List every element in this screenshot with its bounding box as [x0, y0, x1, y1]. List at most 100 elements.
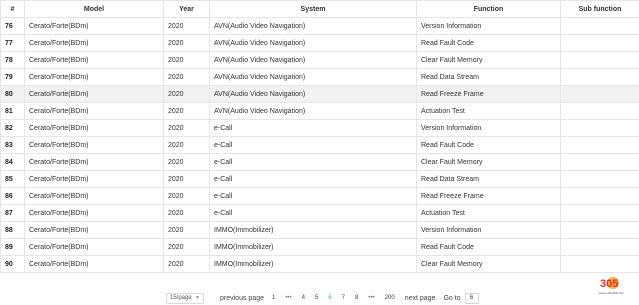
- function-cell: Read Freeze Frame: [416, 187, 561, 205]
- row-number: 82: [0, 119, 25, 137]
- row-number: 89: [0, 238, 25, 256]
- previous-page-button[interactable]: previous page: [220, 295, 264, 302]
- function-cell: Actuation Test: [416, 204, 561, 222]
- page-8[interactable]: 8: [355, 295, 358, 301]
- go-to-page-input[interactable]: 6: [464, 292, 479, 304]
- model-cell: Cerato/Forte(BDm): [24, 221, 164, 239]
- row-number: 79: [0, 68, 25, 86]
- row-number: 86: [0, 187, 25, 205]
- function-cell: Version Information: [416, 119, 561, 137]
- page-1[interactable]: 1: [272, 295, 275, 301]
- system-cell: e-Call: [209, 170, 417, 188]
- system-cell: e-Call: [209, 187, 417, 205]
- header-sub-function[interactable]: Sub function: [560, 0, 639, 18]
- model-cell: Cerato/Forte(BDm): [24, 204, 164, 222]
- function-cell: Read Fault Code: [416, 238, 561, 256]
- row-number: 77: [0, 34, 25, 52]
- function-cell: Read Data Stream: [416, 68, 561, 86]
- model-cell: Cerato/Forte(BDm): [24, 102, 164, 120]
- table-row[interactable]: 76 Cerato/Forte(BDm) 2020 AVN(Audio Video N…: [0, 17, 639, 35]
- sub-function-cell: [560, 85, 639, 103]
- function-cell: Read Freeze Frame: [416, 85, 561, 103]
- table-row[interactable]: 89 Cerato/Forte(BDm) 2020 IMMO(Immobilizer)…: [0, 238, 639, 256]
- header-number[interactable]: #: [0, 0, 25, 18]
- page-7[interactable]: 7: [342, 295, 345, 301]
- header-year[interactable]: Year: [163, 0, 210, 18]
- function-cell: Version Information: [416, 17, 561, 35]
- header-model[interactable]: Model: [24, 0, 164, 18]
- table-row[interactable]: 86 Cerato/Forte(BDm) 2020 e-Call Read Freeze…: [0, 187, 639, 205]
- sub-function-cell: [560, 119, 639, 137]
- model-cell: Cerato/Forte(BDm): [24, 68, 164, 86]
- sub-function-cell: [560, 102, 639, 120]
- sub-function-cell: [560, 136, 639, 154]
- table-row[interactable]: 77 Cerato/Forte(BDm) 2020 AVN(Audio Video N…: [0, 34, 639, 52]
- table-header-row: # Model Year System Function Sub functio…: [0, 0, 639, 18]
- table-row[interactable]: 90 Cerato/Forte(BDm) 2020 IMMO(Immobilizer)…: [0, 255, 639, 273]
- model-cell: Cerato/Forte(BDm): [24, 51, 164, 69]
- table-row[interactable]: 78 Cerato/Forte(BDm) 2020 AVN(Audio Video N…: [0, 51, 639, 69]
- system-cell: AVN(Audio Video Navigation): [209, 85, 417, 103]
- page-200[interactable]: 200: [385, 295, 395, 301]
- function-cell: Version Information: [416, 221, 561, 239]
- model-cell: Cerato/Forte(BDm): [24, 34, 164, 52]
- year-cell: 2020: [163, 170, 210, 188]
- year-cell: 2020: [163, 68, 210, 86]
- table-row[interactable]: 88 Cerato/Forte(BDm) 2020 IMMO(Immobilizer)…: [0, 221, 639, 239]
- table-row[interactable]: 80 Cerato/Forte(BDm) 2020 AVN(Audio Video N…: [0, 85, 639, 103]
- system-cell: AVN(Audio Video Navigation): [209, 102, 417, 120]
- function-cell: Clear Fault Memory: [416, 51, 561, 69]
- page-size-select[interactable]: 15/page ▼: [166, 292, 204, 304]
- row-number: 85: [0, 170, 25, 188]
- table-row[interactable]: 85 Cerato/Forte(BDm) 2020 e-Call Read Data S…: [0, 170, 639, 188]
- function-cell: Actuation Test: [416, 102, 561, 120]
- year-cell: 2020: [163, 238, 210, 256]
- model-cell: Cerato/Forte(BDm): [24, 17, 164, 35]
- function-cell: Read Fault Code: [416, 136, 561, 154]
- header-system[interactable]: System: [209, 0, 417, 18]
- chevron-down-icon: ▼: [195, 295, 200, 301]
- obdii365-watermark-logo: 305 www.obdii365.com: [599, 277, 625, 295]
- system-cell: AVN(Audio Video Navigation): [209, 51, 417, 69]
- table-row[interactable]: 82 Cerato/Forte(BDm) 2020 e-Call Version Inf…: [0, 119, 639, 137]
- sub-function-cell: [560, 255, 639, 273]
- row-number: 83: [0, 136, 25, 154]
- function-table: # Model Year System Function Sub functio…: [0, 0, 639, 273]
- year-cell: 2020: [163, 136, 210, 154]
- table-row[interactable]: 79 Cerato/Forte(BDm) 2020 AVN(Audio Video N…: [0, 68, 639, 86]
- watermark-text: 305: [600, 278, 618, 290]
- table-row[interactable]: 83 Cerato/Forte(BDm) 2020 e-Call Read Fault …: [0, 136, 639, 154]
- row-number: 87: [0, 204, 25, 222]
- sub-function-cell: [560, 34, 639, 52]
- watermark-site: www.obdii365.com: [599, 291, 625, 295]
- year-cell: 2020: [163, 187, 210, 205]
- year-cell: 2020: [163, 85, 210, 103]
- model-cell: Cerato/Forte(BDm): [24, 255, 164, 273]
- page-4[interactable]: 4: [302, 295, 305, 301]
- model-cell: Cerato/Forte(BDm): [24, 153, 164, 171]
- page-size-value: 15/page: [170, 295, 192, 301]
- system-cell: e-Call: [209, 153, 417, 171]
- row-number: 84: [0, 153, 25, 171]
- page-6-active[interactable]: 6: [328, 295, 331, 301]
- row-number: 81: [0, 102, 25, 120]
- model-cell: Cerato/Forte(BDm): [24, 170, 164, 188]
- function-cell: Clear Fault Memory: [416, 255, 561, 273]
- year-cell: 2020: [163, 51, 210, 69]
- table-row[interactable]: 81 Cerato/Forte(BDm) 2020 AVN(Audio Video N…: [0, 102, 639, 120]
- page-ellipsis-right[interactable]: •••: [368, 295, 374, 301]
- system-cell: IMMO(Immobilizer): [209, 238, 417, 256]
- table-row[interactable]: 84 Cerato/Forte(BDm) 2020 e-Call Clear Fault…: [0, 153, 639, 171]
- system-cell: e-Call: [209, 204, 417, 222]
- sub-function-cell: [560, 204, 639, 222]
- function-cell: Read Data Stream: [416, 170, 561, 188]
- model-cell: Cerato/Forte(BDm): [24, 85, 164, 103]
- page-5[interactable]: 5: [315, 295, 318, 301]
- year-cell: 2020: [163, 17, 210, 35]
- year-cell: 2020: [163, 204, 210, 222]
- next-page-button[interactable]: next page: [405, 295, 436, 302]
- sub-function-cell: [560, 51, 639, 69]
- header-function[interactable]: Function: [416, 0, 561, 18]
- table-row[interactable]: 87 Cerato/Forte(BDm) 2020 e-Call Actuation T…: [0, 204, 639, 222]
- page-ellipsis-left[interactable]: •••: [285, 295, 291, 301]
